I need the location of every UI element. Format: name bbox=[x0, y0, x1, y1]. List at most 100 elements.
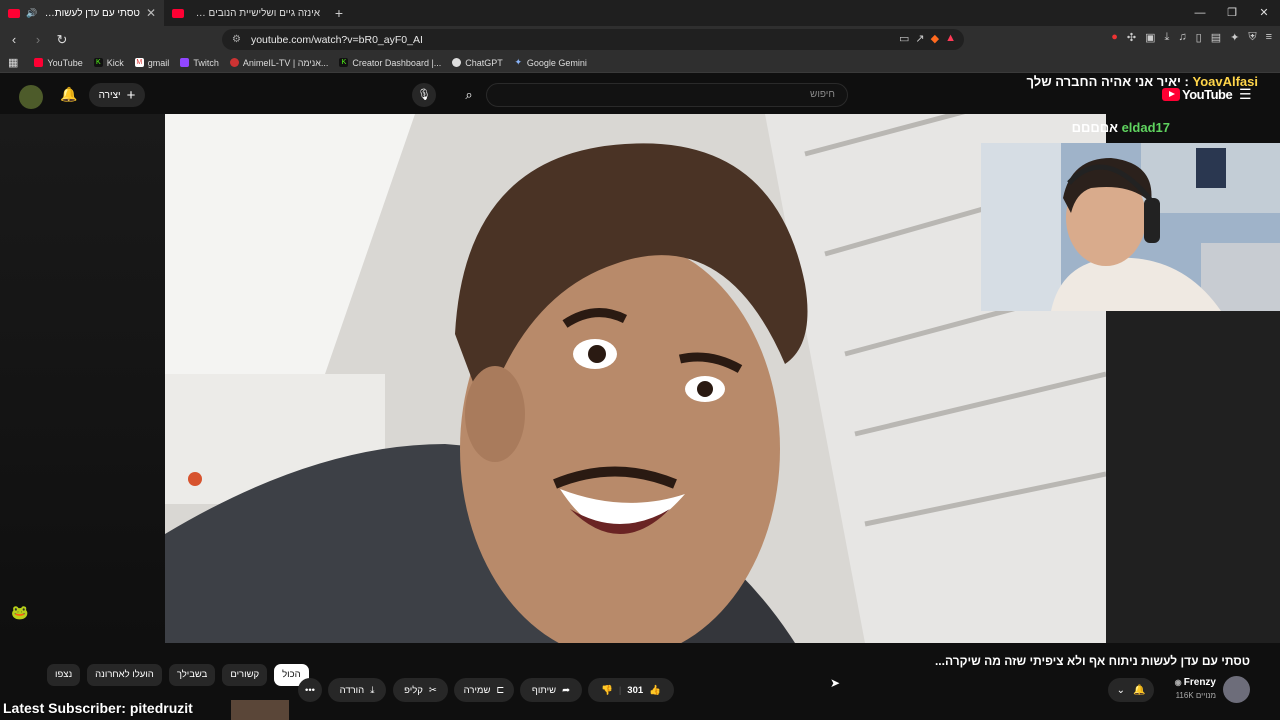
kick-icon: K bbox=[93, 58, 103, 67]
speaker-icon[interactable]: 🔊 bbox=[26, 8, 37, 19]
chip-watched[interactable]: נצפו bbox=[47, 664, 81, 686]
browser-tab[interactable]: אינזה גיים ושלישיית הנובים איבדו את bbox=[164, 0, 328, 26]
notifications-bell-icon[interactable]: 🔔 bbox=[60, 86, 77, 103]
more-actions-button[interactable]: ••• bbox=[298, 678, 322, 702]
search-input[interactable]: חיפוש bbox=[486, 83, 848, 107]
channel-name[interactable]: ◉ Frenzy bbox=[1175, 677, 1216, 688]
pepe-emote-icon: 🐸 bbox=[11, 604, 29, 620]
channel-info: ⌄ 🔔 ◉ Frenzy 116K מנויים bbox=[1108, 676, 1250, 704]
minimize-button[interactable]: — bbox=[1184, 0, 1216, 26]
browser-toolbar: ‹ › ↻ ⚙ youtube.com/watch?v=bR0_ayF0_AI … bbox=[0, 26, 1280, 53]
voice-search-icon[interactable]: 🎙 bbox=[412, 83, 436, 107]
back-arrow-icon[interactable]: ‹ bbox=[4, 32, 24, 47]
share-arrow-icon: ➦ bbox=[562, 684, 571, 696]
url-text: youtube.com/watch?v=bR0_ayF0_AI bbox=[250, 33, 423, 46]
plus-icon: + bbox=[126, 86, 136, 104]
thumbnail-preview[interactable] bbox=[231, 700, 289, 720]
webcam-frame bbox=[981, 143, 1280, 311]
menu-icon[interactable]: ≡ bbox=[1266, 31, 1272, 44]
share-button[interactable]: שיתוף ➦ bbox=[520, 678, 582, 702]
youtube-icon bbox=[34, 58, 44, 67]
like-count: 301 bbox=[627, 684, 644, 696]
tab-strip: 🔊 טסתי עם עדן לעשות ניתוח אף ✕ אינזה גיי… bbox=[0, 0, 1280, 26]
create-button[interactable]: יצירה + bbox=[89, 83, 145, 107]
close-tab-icon[interactable]: ✕ bbox=[146, 6, 156, 20]
download-button[interactable]: הורדה ⤓ bbox=[328, 678, 386, 702]
kick-icon: K bbox=[339, 58, 349, 67]
wallet-icon[interactable]: ▤ bbox=[1211, 31, 1221, 44]
scissors-icon: ✂ bbox=[428, 684, 437, 696]
theater-background bbox=[0, 114, 165, 643]
screenshot-icon[interactable]: ▣ bbox=[1145, 31, 1155, 44]
bookmark-creator-dashboard[interactable]: K Creator Dashboard |... bbox=[339, 58, 441, 68]
chat-username: YoavAlfasi bbox=[1192, 74, 1258, 89]
dislike-icon[interactable]: 👎 bbox=[601, 685, 613, 696]
animeil-icon bbox=[229, 58, 239, 67]
latest-subscriber-overlay: Latest Subscriber: pitedruzit bbox=[3, 700, 193, 716]
extension-icons: ● ✣ ▣ ⤓ ♫ ▯ ▤ ✦ ⛨ ≡ bbox=[1111, 31, 1272, 44]
brave-rewards-icon[interactable]: ▲ bbox=[945, 32, 956, 45]
theater-background-right bbox=[1106, 310, 1280, 643]
ai-icon[interactable]: ✦ bbox=[1230, 31, 1239, 44]
window-controls: — ❐ ✕ bbox=[1184, 0, 1280, 26]
gmail-icon: M bbox=[134, 58, 144, 67]
bookmark-gmail[interactable]: Mgmail bbox=[134, 58, 169, 68]
twitch-icon bbox=[180, 58, 190, 67]
bookmark-save-icon: ⊏ bbox=[496, 684, 505, 696]
share-icon[interactable]: ↗ bbox=[915, 32, 924, 45]
restore-button[interactable]: ❐ bbox=[1216, 0, 1248, 26]
youtube-favicon-icon bbox=[172, 8, 184, 18]
avatar[interactable] bbox=[19, 85, 43, 109]
mouse-cursor-icon: ➤ bbox=[830, 676, 841, 690]
extensions-icon[interactable]: ✣ bbox=[1127, 31, 1136, 44]
verified-icon: ◉ bbox=[1174, 678, 1184, 687]
chatgpt-icon bbox=[452, 58, 462, 67]
music-icon[interactable]: ♫ bbox=[1178, 31, 1186, 44]
brave-shield-icon[interactable]: ◆ bbox=[931, 32, 939, 45]
webcam-overlay bbox=[981, 143, 1280, 311]
bookmark-chatgpt[interactable]: ChatGPT bbox=[452, 58, 503, 68]
close-window-button[interactable]: ✕ bbox=[1248, 0, 1280, 26]
bookmark-youtube[interactable]: YouTube bbox=[34, 58, 83, 68]
reload-icon[interactable]: ↻ bbox=[52, 32, 72, 48]
video-title: טסתי עם עדן לעשות ניתוח אף ולא ציפיתי שז… bbox=[934, 654, 1250, 668]
related-filter-chips: נצפו הועלו לאחרונה בשבילך קשורים הכול bbox=[47, 664, 309, 686]
bookmarks-bar: ▦ YouTube K Kick Mgmail Twitch AnimeIL-TV… bbox=[0, 53, 1280, 73]
subscriber-count: 116K מנויים bbox=[1175, 691, 1216, 700]
bookmark-twitch[interactable]: Twitch bbox=[180, 58, 219, 68]
like-dislike-group: 👎 | 301 👍 bbox=[588, 678, 674, 702]
more-dots-icon: ••• bbox=[305, 684, 315, 696]
sidebar-icon[interactable]: ▯ bbox=[1196, 31, 1202, 44]
clip-button[interactable]: קליפ ✂ bbox=[393, 678, 448, 702]
chat-message: eldad17 אםםםם bbox=[1000, 120, 1170, 135]
cast-icon[interactable]: ▭ bbox=[899, 32, 909, 45]
chip-related[interactable]: קשורים bbox=[222, 664, 268, 686]
chip-for-you[interactable]: בשבילך bbox=[168, 664, 216, 686]
video-player[interactable] bbox=[165, 114, 1106, 643]
vpn-icon[interactable]: ⛨ bbox=[1248, 31, 1256, 44]
bell-icon: 🔔 bbox=[1132, 684, 1146, 696]
bookmark-kick[interactable]: K Kick bbox=[93, 58, 124, 68]
browser-tab-active[interactable]: 🔊 טסתי עם עדן לעשות ניתוח אף ✕ bbox=[0, 0, 164, 26]
address-bar[interactable]: ⚙ youtube.com/watch?v=bR0_ayF0_AI ▭ ↗ ◆ … bbox=[222, 29, 964, 50]
subscription-bell-button[interactable]: ⌄ 🔔 bbox=[1108, 678, 1154, 702]
record-extension-icon[interactable]: ● bbox=[1111, 31, 1118, 44]
tab-title: טסתי עם עדן לעשות ניתוח אף bbox=[43, 7, 140, 19]
new-tab-button[interactable]: + bbox=[328, 5, 350, 21]
downloads-icon[interactable]: ⤓ bbox=[1165, 31, 1170, 44]
search-icon[interactable]: ⌕ bbox=[456, 83, 482, 107]
youtube-favicon-icon bbox=[8, 8, 20, 18]
site-info-icon[interactable]: ⚙ bbox=[232, 34, 241, 45]
channel-avatar[interactable] bbox=[1223, 676, 1250, 703]
apps-grid-icon[interactable]: ▦ bbox=[8, 56, 18, 69]
chat-text: אםםםם bbox=[1071, 120, 1118, 135]
chip-recently-uploaded[interactable]: הועלו לאחרונה bbox=[87, 664, 162, 686]
like-icon[interactable]: 👍 bbox=[649, 685, 661, 696]
bookmark-gemini[interactable]: ✦ Google Gemini bbox=[514, 58, 587, 68]
chat-username: eldad17 bbox=[1121, 120, 1170, 135]
save-button[interactable]: שמירה ⊏ bbox=[454, 678, 514, 702]
chat-message: YoavAlfasi : יאיר אני אהיה החברה שלך bbox=[1026, 74, 1258, 89]
bookmark-animeil[interactable]: AnimeIL-TV | אנימה... bbox=[229, 58, 328, 68]
tab-title: אינזה גיים ושלישיית הנובים איבדו את bbox=[190, 7, 320, 19]
forward-arrow-icon[interactable]: › bbox=[28, 32, 48, 47]
